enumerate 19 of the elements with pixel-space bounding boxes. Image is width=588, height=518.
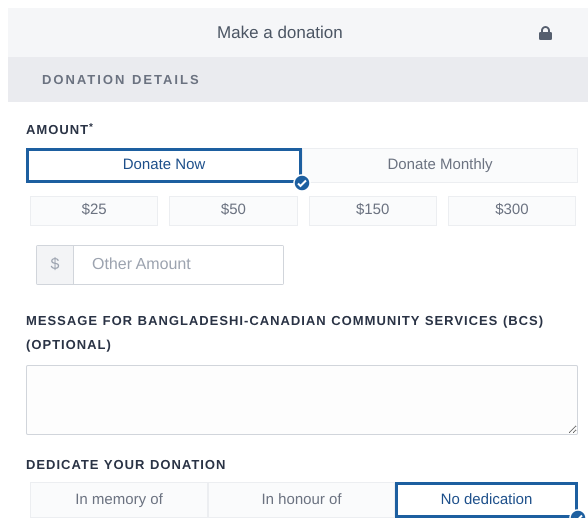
- dedication-option[interactable]: In memory of: [30, 482, 208, 518]
- required-mark: *: [89, 121, 94, 135]
- section-title: DONATION DETAILS: [42, 70, 201, 89]
- amount-option[interactable]: $300: [448, 196, 576, 226]
- amount-option[interactable]: $25: [30, 196, 158, 226]
- dedication-option[interactable]: In honour of: [208, 482, 395, 518]
- lock-icon: [538, 26, 553, 40]
- dedication-option[interactable]: No dedication: [395, 482, 578, 518]
- amount-option[interactable]: $150: [308, 196, 437, 226]
- dedication-label: DEDICATE YOUR DONATION: [26, 456, 228, 474]
- header-title: Make a donation: [217, 22, 343, 44]
- amount-label: AMOUNT: [26, 121, 90, 139]
- currency-prefix: $: [37, 246, 74, 284]
- amount-option[interactable]: $50: [169, 196, 298, 226]
- frequency-option[interactable]: Donate Now: [26, 148, 302, 182]
- message-field[interactable]: [26, 364, 578, 434]
- message-label: MESSAGE FOR BANGLADESHI-CANADIAN COMMUNITY SERVICES (BCS) (OPTIONAL): [26, 312, 546, 354]
- frequency-option[interactable]: Donate Monthly: [302, 148, 578, 182]
- checkmark-icon: [293, 174, 311, 192]
